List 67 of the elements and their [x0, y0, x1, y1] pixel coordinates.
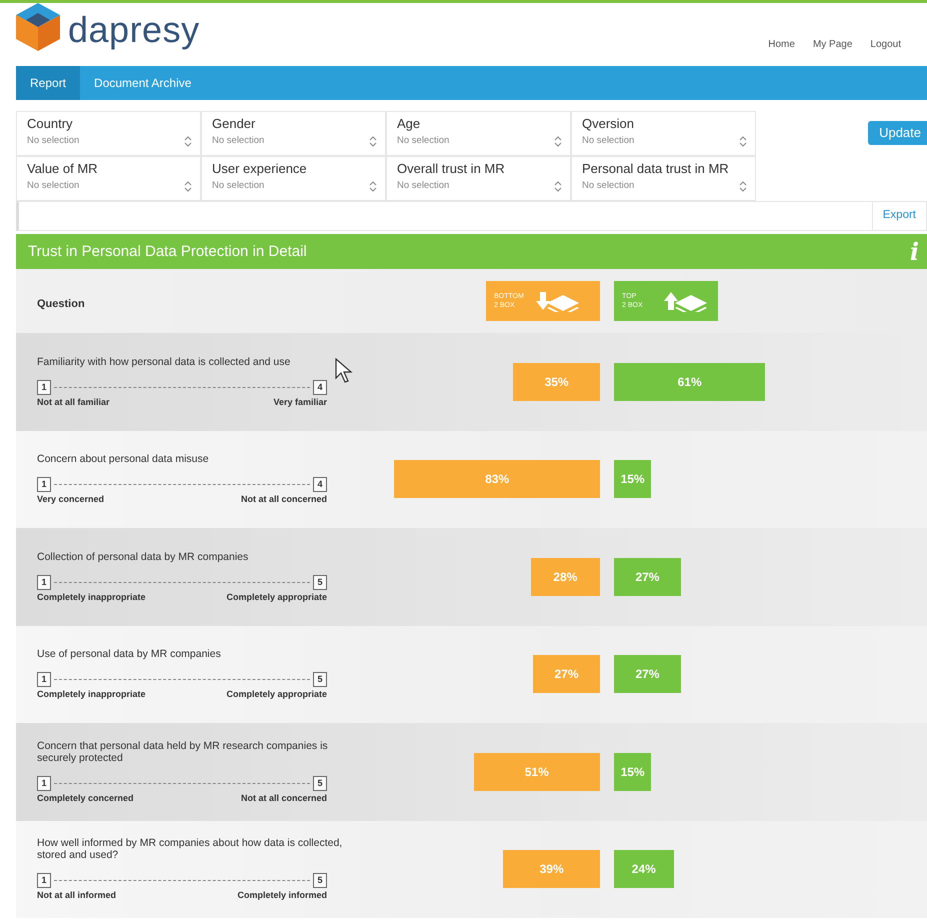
filter-select[interactable]: Personal data trust in MR No selection: [571, 156, 756, 201]
nav-link[interactable]: Home: [768, 39, 795, 51]
scale-box: 1: [37, 672, 51, 688]
top-box-bar: 61%: [614, 362, 766, 401]
scale-box: 1: [37, 574, 51, 590]
filter-select[interactable]: Value of MR No selection: [16, 156, 201, 201]
scale-label: Not at all familiar: [37, 396, 110, 408]
column-header: Question: [36, 297, 86, 312]
question-text: Concern that personal data held by MR research companies is securely protected: [37, 740, 328, 764]
scale-label: Completely appropriate: [226, 689, 327, 700]
scale-box: 1: [37, 477, 51, 492]
scale-label: Completely informed: [237, 890, 327, 902]
scale-label: Not at all concerned: [240, 792, 327, 804]
filter-select[interactable]: Qversion No selection: [571, 111, 756, 156]
question-text: How well informed by MR companies about how data is collected, stored and used?: [37, 837, 342, 862]
scale-label: Completely inappropriate: [37, 592, 146, 603]
bottom-box-bar: 28%: [530, 558, 600, 596]
bottom-box-bar: 51%: [474, 752, 600, 791]
filter-select[interactable]: Gender No selection: [201, 111, 386, 156]
chevron-icon: [184, 136, 192, 147]
chevron-icon: [739, 181, 747, 192]
scale-box: 5: [313, 574, 327, 590]
scale-label: Completely appropriate: [226, 592, 327, 603]
bottom-box-bar: 35%: [513, 362, 600, 401]
scale-box: 5: [313, 672, 327, 688]
panel-title: Trust in Personal Data Protection in Detail: [28, 242, 307, 260]
chevron-icon: [369, 181, 377, 192]
top-box-bar: 15%: [614, 752, 652, 791]
chevron-icon: [184, 181, 192, 192]
scale-box: 4: [313, 477, 327, 492]
filter-select[interactable]: Age No selection: [386, 111, 571, 156]
logo-text: dapresy: [68, 12, 200, 48]
filter-select[interactable]: User experience No selection: [201, 156, 386, 201]
nav-link[interactable]: My Page: [812, 39, 852, 51]
top-box-bar: 27%: [614, 558, 681, 596]
scale-label: Not at all informed: [37, 890, 116, 902]
top-box-bar: 24%: [614, 850, 674, 888]
scale-box: 1: [37, 776, 51, 791]
chevron-icon: [369, 136, 377, 147]
export-link[interactable]: Export: [872, 202, 926, 230]
bottom-box-bar: 39%: [503, 850, 600, 888]
question-text: Concern about personal data misuse: [37, 453, 209, 466]
scale-label: Completely concerned: [37, 792, 134, 804]
scale-label: Very familiar: [273, 396, 327, 408]
scale-label: Not at all concerned: [240, 494, 327, 506]
scale-box: 5: [313, 776, 327, 791]
question-text: Collection of personal data by MR companies: [37, 550, 248, 563]
scale-label: Completely inappropriate: [37, 689, 146, 700]
scale-box: 5: [313, 873, 327, 888]
question-text: Familiarity with how personal data is collected and use: [37, 356, 290, 368]
scale-box: 1: [37, 380, 51, 395]
bottom-box-bar: 83%: [394, 460, 600, 498]
chevron-icon: [554, 181, 562, 192]
bottom-box-bar: 27%: [533, 655, 600, 694]
scale-label: Very concerned: [37, 494, 104, 506]
chevron-icon: [739, 136, 747, 147]
question-text: Use of personal data by MR companies: [37, 648, 221, 660]
top-box-bar: 27%: [614, 655, 681, 694]
nav-link[interactable]: Logout: [870, 39, 901, 51]
scale-box: 1: [37, 873, 51, 888]
chevron-icon: [554, 136, 562, 147]
filter-select[interactable]: Overall trust in MR No selection: [386, 156, 571, 201]
filter-select[interactable]: Country No selection: [16, 111, 201, 156]
scale-box: 4: [313, 380, 327, 395]
top-box-bar: 15%: [614, 460, 652, 498]
nav-tab[interactable]: Report: [16, 66, 80, 100]
logo-icon: [16, 3, 60, 51]
